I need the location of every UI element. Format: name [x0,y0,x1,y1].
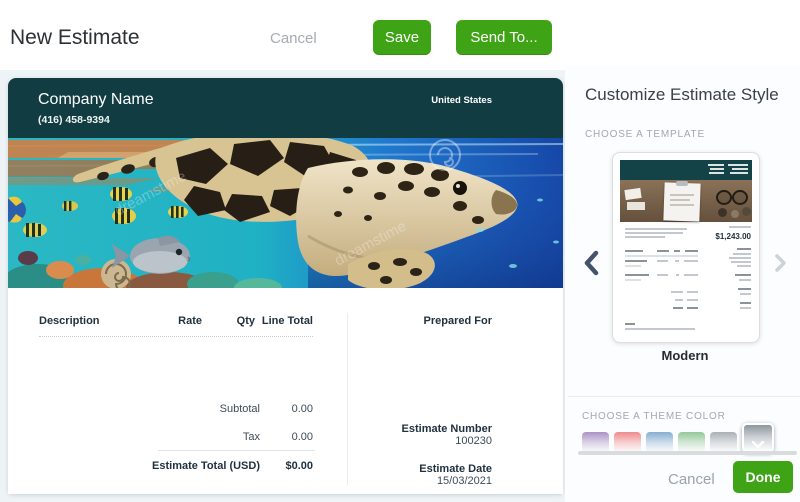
glasses-icon [716,190,732,205]
customize-style-panel: Customize Estimate Style CHOOSE A TEMPLA… [565,65,800,502]
column-divider [347,313,348,485]
choose-template-label: CHOOSE A TEMPLATE [585,129,705,140]
estimate-total-value: $0.00 [263,460,313,472]
theme-swatch-blue[interactable] [646,432,673,453]
done-button[interactable]: Done [733,461,793,493]
template-next-button[interactable] [773,253,787,273]
swatch-row-shadow [578,451,797,455]
template-name: Modern [612,348,758,363]
subtotal-label: Subtotal [140,403,260,415]
chevron-left-icon [582,250,600,276]
section-divider [568,396,800,397]
total-rule [158,450,315,451]
page-title: New Estimate [10,26,140,50]
top-action-bar: New Estimate Cancel Save Send To... [0,0,800,70]
theme-swatch-purple[interactable] [582,432,609,453]
cancel-link[interactable]: Cancel [270,30,317,47]
column-description: Description [39,315,100,327]
estimate-meta-column: Prepared For Estimate Number 100230 Esti… [358,315,492,487]
save-button[interactable]: Save [373,20,431,55]
template-preview-card[interactable]: $1,243.00 [612,152,760,343]
choose-color-label: CHOOSE A THEME COLOR [582,411,726,422]
chevron-down-icon [751,441,765,449]
estimate-number-value[interactable]: 100230 [358,435,492,447]
chevron-right-icon [773,253,787,273]
template-prev-button[interactable] [582,250,600,276]
tax-label: Tax [140,431,260,443]
theme-swatch-row [582,427,774,453]
tax-value: 0.00 [263,431,313,443]
mini-header-band [620,160,752,180]
theme-swatch-green[interactable] [678,432,705,453]
estimate-total-label: Estimate Total (USD) [140,460,260,472]
company-name[interactable]: Company Name [38,91,154,109]
panel-cancel-link[interactable]: Cancel [668,471,715,488]
theme-swatch-gray[interactable] [710,432,737,453]
company-country[interactable]: United States [431,95,492,106]
theme-swatch-slate[interactable] [742,423,774,453]
new-estimate-page: New Estimate Cancel Save Send To... Comp… [0,0,800,502]
column-line-total: Line Total [233,315,313,327]
estimate-banner-photo[interactable]: < [8,138,563,288]
subtotal-value: 0.00 [263,403,313,415]
estimate-header-band[interactable]: Company Name (416) 458-9394 United State… [8,78,563,138]
estimate-date-value[interactable]: 15/03/2021 [358,475,492,487]
theme-swatch-red[interactable] [614,432,641,453]
estimate-date-label: Estimate Date [358,463,492,475]
company-phone[interactable]: (416) 458-9394 [38,114,110,126]
table-header-rule [39,336,313,337]
mini-invoice-total: $1,243.00 [715,232,751,241]
estimate-body: Description Rate Qty Line Total Subtotal… [8,288,563,494]
mini-desk-photo [620,180,752,222]
estimate-number-label: Estimate Number [358,423,492,435]
panel-title: Customize Estimate Style [585,85,779,105]
prepared-for-label[interactable]: Prepared For [358,315,492,327]
column-rate: Rate [152,315,202,327]
send-to-button[interactable]: Send To... [456,20,552,55]
estimate-preview-card: Company Name (416) 458-9394 United State… [8,78,563,494]
underwater-turtle-photo-illustration: < [8,138,563,288]
